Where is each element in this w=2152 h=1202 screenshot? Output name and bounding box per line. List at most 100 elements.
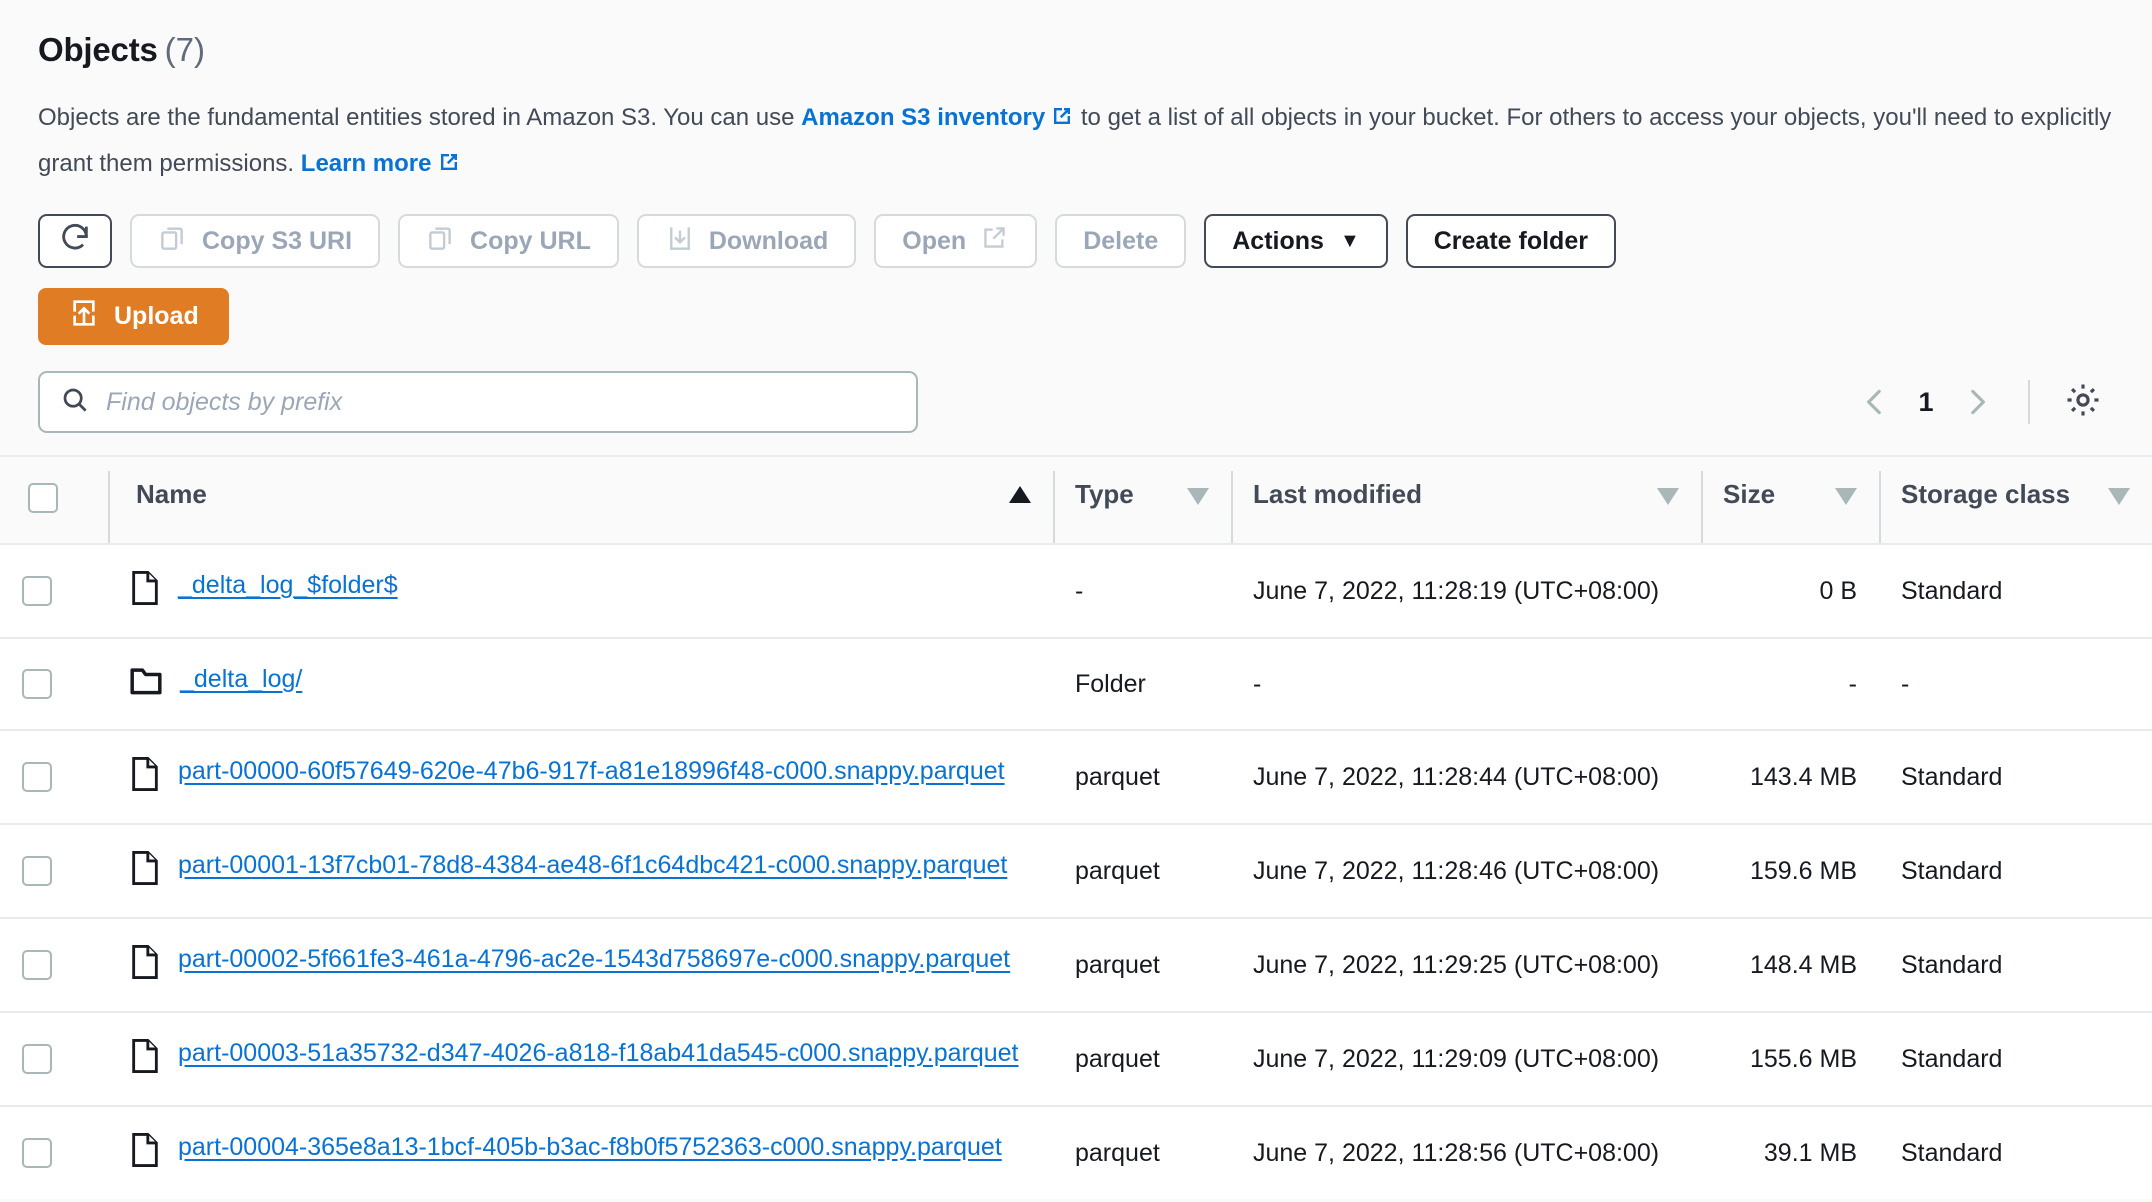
- folder-icon: [130, 665, 162, 707]
- column-header-type-label: Type: [1075, 479, 1134, 509]
- object-last-modified-cell: June 7, 2022, 11:28:46 (UTC+08:00): [1231, 823, 1701, 918]
- object-last-modified: June 7, 2022, 11:28:19 (UTC+08:00): [1253, 577, 1660, 605]
- previous-page-button[interactable]: [1846, 373, 1904, 431]
- amazon-s3-inventory-link[interactable]: Amazon S3 inventory: [801, 104, 1074, 131]
- object-type-cell: parquet: [1053, 917, 1231, 1012]
- object-storage-class: -: [1901, 670, 1910, 698]
- copy-s3-uri-label: Copy S3 URI: [202, 226, 353, 255]
- column-header-name[interactable]: Name: [108, 457, 1053, 544]
- object-size: 155.6 MB: [1749, 1045, 1857, 1073]
- object-name-link[interactable]: part-00002-5f661fe3-461a-4796-ac2e-1543d…: [178, 941, 1010, 977]
- upload-button[interactable]: Upload: [38, 288, 229, 345]
- object-size: 159.6 MB: [1749, 857, 1857, 885]
- object-name-link[interactable]: part-00000-60f57649-620e-47b6-917f-a81e1…: [178, 753, 1005, 789]
- preferences-button[interactable]: [2056, 375, 2110, 429]
- gear-icon: [2064, 381, 2102, 424]
- table-row[interactable]: _delta_log_$folder$ - June 7, 2022, 11:28:…: [0, 543, 2152, 638]
- object-name-cell: part-00000-60f57649-620e-47b6-917f-a81e1…: [108, 729, 1053, 824]
- copy-icon: [158, 223, 188, 260]
- page-header: Objects (7) Objects are the fundamental e…: [0, 0, 2152, 433]
- file-icon: [130, 945, 160, 989]
- column-header-storage-class[interactable]: Storage class: [1879, 457, 2152, 544]
- row-select-cell: [0, 917, 108, 1012]
- refresh-button[interactable]: [38, 214, 112, 268]
- object-last-modified-cell: June 7, 2022, 11:29:25 (UTC+08:00): [1231, 917, 1701, 1012]
- object-name-link[interactable]: part-00004-365e8a13-1bcf-405b-b3ac-f8b0f…: [178, 1129, 1002, 1165]
- copy-url-button[interactable]: Copy URL: [398, 214, 619, 268]
- table-row[interactable]: part-00003-51a35732-d347-4026-a818-f18ab…: [0, 1011, 2152, 1106]
- sort-icon: [1187, 488, 1209, 505]
- object-name-link[interactable]: part-00003-51a35732-d347-4026-a818-f18ab…: [178, 1035, 1019, 1071]
- object-last-modified: June 7, 2022, 11:28:44 (UTC+08:00): [1253, 763, 1660, 791]
- object-type: parquet: [1075, 1139, 1160, 1167]
- object-name-cell: part-00001-13f7cb01-78d8-4384-ae48-6f1c6…: [108, 823, 1053, 918]
- object-size-cell: 148.4 MB: [1701, 917, 1879, 1012]
- object-type-cell: parquet: [1053, 823, 1231, 918]
- object-storage-class-cell: Standard: [1879, 543, 2152, 638]
- search-icon: [60, 385, 90, 420]
- copy-s3-uri-button[interactable]: Copy S3 URI: [130, 214, 381, 268]
- column-header-name-label: Name: [136, 479, 207, 509]
- file-icon: [130, 851, 160, 895]
- delete-button[interactable]: Delete: [1055, 214, 1187, 268]
- table-row[interactable]: part-00004-365e8a13-1bcf-405b-b3ac-f8b0f…: [0, 1105, 2152, 1199]
- row-checkbox[interactable]: [22, 856, 52, 886]
- object-last-modified: June 7, 2022, 11:28:56 (UTC+08:00): [1253, 1139, 1660, 1167]
- objects-table: Name Type Last modified Size Storage cla…: [0, 457, 2152, 1199]
- row-select-cell: [0, 543, 108, 638]
- object-size: 148.4 MB: [1749, 951, 1857, 979]
- create-folder-button[interactable]: Create folder: [1405, 214, 1616, 268]
- object-name-link[interactable]: _delta_log/: [180, 661, 302, 697]
- row-checkbox[interactable]: [22, 576, 52, 606]
- copy-url-label: Copy URL: [470, 226, 591, 255]
- object-storage-class-cell: Standard: [1879, 729, 2152, 824]
- next-page-button[interactable]: [1948, 373, 2006, 431]
- object-type-cell: Folder: [1053, 637, 1231, 730]
- row-select-cell: [0, 1011, 108, 1106]
- column-header-last-modified[interactable]: Last modified: [1231, 457, 1701, 544]
- learn-more-link[interactable]: Learn more: [301, 150, 461, 177]
- object-storage-class-cell: Standard: [1879, 1105, 2152, 1199]
- search-input-wrapper[interactable]: Find objects by prefix: [38, 371, 918, 433]
- column-header-type[interactable]: Type: [1053, 457, 1231, 544]
- row-checkbox[interactable]: [22, 1044, 52, 1074]
- object-name-cell: part-00004-365e8a13-1bcf-405b-b3ac-f8b0f…: [108, 1105, 1053, 1199]
- object-size: 0 B: [1819, 577, 1857, 605]
- object-last-modified: June 7, 2022, 11:28:46 (UTC+08:00): [1253, 857, 1660, 885]
- object-name-cell: part-00002-5f661fe3-461a-4796-ac2e-1543d…: [108, 917, 1053, 1012]
- object-size-cell: 159.6 MB: [1701, 823, 1879, 918]
- file-icon: [130, 757, 160, 801]
- object-name-link[interactable]: part-00001-13f7cb01-78d8-4384-ae48-6f1c6…: [178, 847, 1007, 883]
- delete-label: Delete: [1083, 226, 1159, 255]
- object-name-link[interactable]: _delta_log_$folder$: [178, 567, 398, 603]
- object-type: parquet: [1075, 951, 1160, 979]
- column-header-size[interactable]: Size: [1701, 457, 1879, 544]
- upload-icon: [68, 297, 100, 336]
- page-number[interactable]: 1: [1904, 387, 1948, 418]
- table-row[interactable]: part-00002-5f661fe3-461a-4796-ac2e-1543d…: [0, 917, 2152, 1012]
- table-row[interactable]: _delta_log/Folder - - -: [0, 637, 2152, 730]
- select-all-checkbox[interactable]: [28, 483, 58, 513]
- object-storage-class: Standard: [1901, 1139, 2003, 1167]
- sort-ascending-icon: [1009, 486, 1031, 503]
- row-checkbox[interactable]: [22, 1138, 52, 1168]
- row-checkbox[interactable]: [22, 950, 52, 980]
- object-type: parquet: [1075, 857, 1160, 885]
- actions-button[interactable]: Actions ▼: [1204, 214, 1388, 268]
- sort-icon: [1835, 488, 1857, 505]
- table-header-row: Name Type Last modified Size Storage cla…: [0, 457, 2152, 544]
- download-button[interactable]: Download: [636, 214, 857, 268]
- column-header-last-modified-label: Last modified: [1253, 479, 1423, 509]
- row-checkbox[interactable]: [22, 669, 52, 699]
- object-storage-class: Standard: [1901, 763, 2003, 791]
- search-input[interactable]: Find objects by prefix: [106, 388, 342, 417]
- object-type-cell: parquet: [1053, 1105, 1231, 1199]
- row-checkbox[interactable]: [22, 762, 52, 792]
- table-row[interactable]: part-00001-13f7cb01-78d8-4384-ae48-6f1c6…: [0, 823, 2152, 918]
- object-storage-class-cell: -: [1879, 637, 2152, 730]
- open-button[interactable]: Open: [874, 214, 1038, 268]
- object-type-cell: parquet: [1053, 729, 1231, 824]
- object-type: parquet: [1075, 763, 1160, 791]
- amazon-s3-inventory-link-label: Amazon S3 inventory: [801, 104, 1046, 131]
- table-row[interactable]: part-00000-60f57649-620e-47b6-917f-a81e1…: [0, 729, 2152, 824]
